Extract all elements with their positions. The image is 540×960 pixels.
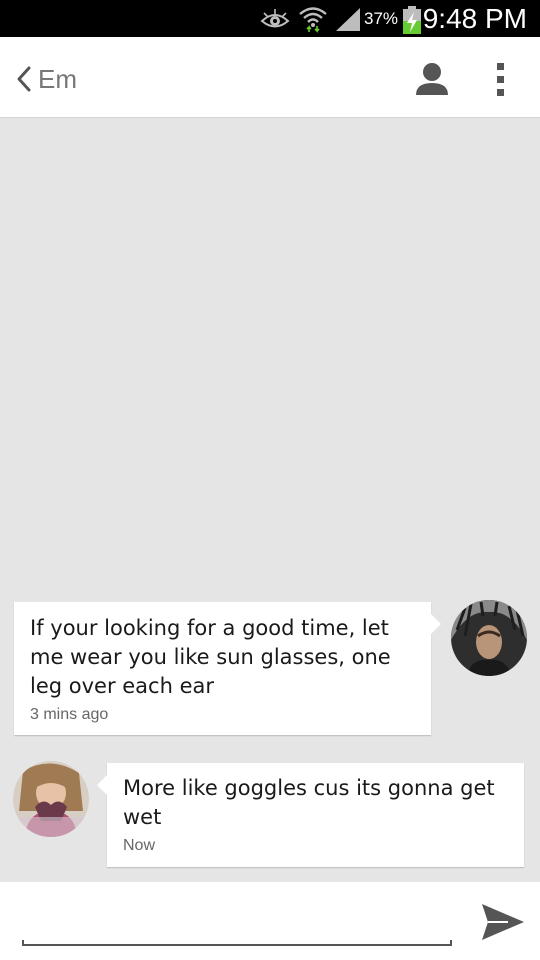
message-text: More like goggles cus its gonna get wet bbox=[123, 776, 495, 829]
avatar-contact[interactable] bbox=[13, 761, 89, 837]
message-input[interactable] bbox=[22, 904, 452, 942]
message-timestamp: 3 mins ago bbox=[30, 706, 109, 723]
composer-bar bbox=[0, 882, 540, 960]
clock: 9:48 PM bbox=[422, 3, 527, 34]
input-underline bbox=[22, 940, 452, 946]
message-bubble-received[interactable]: More like goggles cus its gonna get wet … bbox=[97, 763, 524, 867]
person-icon bbox=[416, 63, 448, 95]
status-bar: 37% 9:48 PM bbox=[0, 0, 540, 37]
message-bubble-sent[interactable]: If your looking for a good time, let me … bbox=[14, 602, 441, 735]
contact-button[interactable] bbox=[412, 61, 452, 97]
contact-name: Em bbox=[38, 63, 77, 94]
message-list[interactable]: If your looking for a good time, let me … bbox=[0, 118, 540, 882]
signal-icon bbox=[336, 8, 360, 31]
back-button[interactable]: Em bbox=[14, 59, 77, 99]
message-text: If your looking for a good time, let me … bbox=[30, 616, 391, 698]
eye-icon bbox=[260, 9, 290, 28]
send-button[interactable] bbox=[478, 900, 526, 944]
conversation-header: Em bbox=[0, 37, 540, 118]
overflow-menu-icon bbox=[497, 63, 504, 96]
bubble-tail bbox=[97, 775, 107, 795]
bubble-tail bbox=[431, 614, 441, 634]
chevron-left-icon bbox=[17, 66, 31, 92]
send-icon bbox=[482, 904, 524, 940]
message-timestamp: Now bbox=[123, 837, 156, 854]
battery-charging-icon bbox=[403, 6, 421, 34]
avatar-self[interactable] bbox=[451, 600, 527, 676]
avatar-self-image bbox=[451, 600, 527, 676]
battery-percent: 37% bbox=[364, 9, 399, 28]
overflow-menu-button[interactable] bbox=[486, 59, 516, 99]
wifi-icon bbox=[299, 7, 327, 33]
avatar-contact-image bbox=[13, 761, 89, 837]
